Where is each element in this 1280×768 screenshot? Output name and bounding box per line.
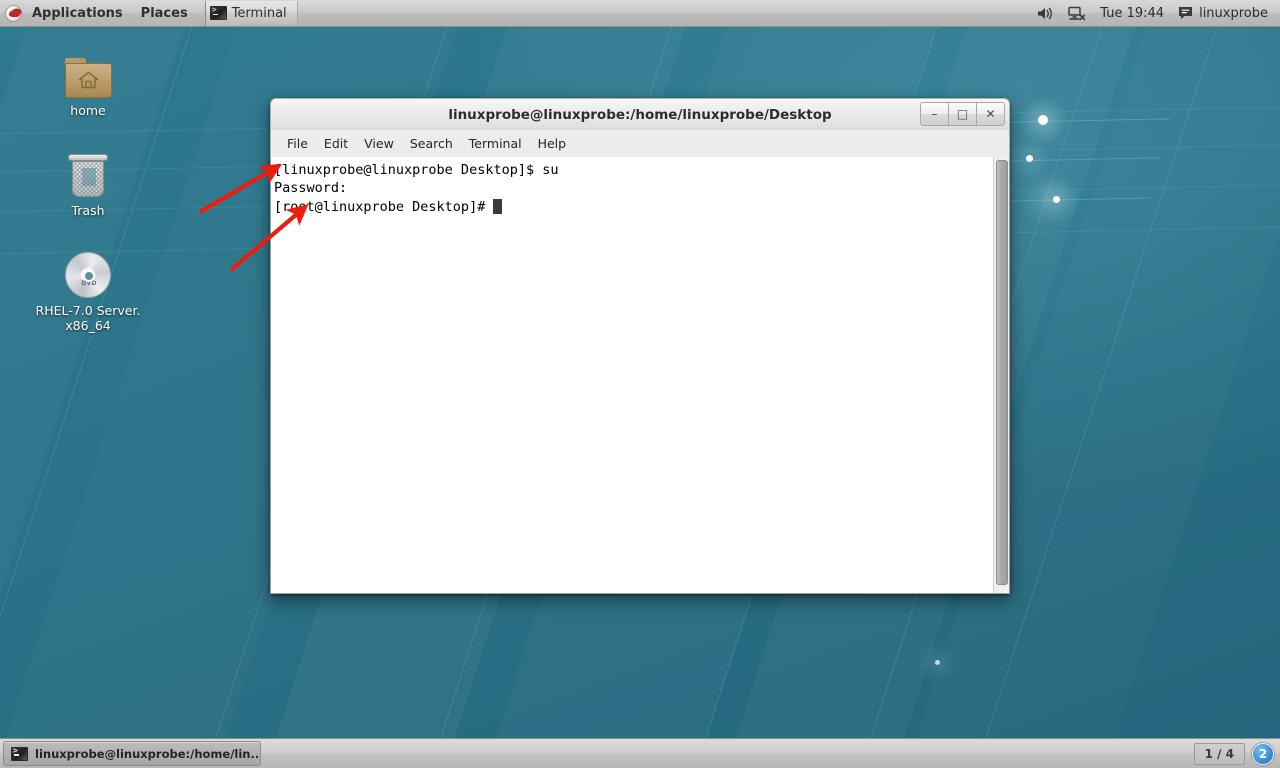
terminal-cursor [493, 198, 503, 214]
terminal-menubar: File Edit View Search Terminal Help [270, 130, 1010, 157]
volume-icon[interactable] [1030, 0, 1061, 27]
clock[interactable]: Tue 19:44 [1093, 0, 1171, 27]
terminal-menu-help[interactable]: Help [530, 133, 575, 154]
wallpaper-dot [935, 660, 940, 665]
terminal-body[interactable]: [linuxprobe@linuxprobe Desktop]$ su Pass… [270, 157, 1010, 594]
minimize-button[interactable]: – [920, 102, 949, 126]
terminal-menu-terminal[interactable]: Terminal [461, 133, 530, 154]
terminal-scrollbar[interactable] [993, 157, 1009, 593]
dvd-label: DVD [81, 280, 97, 287]
desktop-icon-label: Trash [71, 203, 105, 218]
terminal-menu-file[interactable]: File [279, 133, 316, 154]
scrollbar-thumb[interactable] [996, 160, 1008, 585]
panel-window-label: Terminal [231, 5, 287, 21]
dvd-disc-icon: DVD [33, 246, 143, 298]
trash-icon [33, 146, 143, 198]
terminal-titlebar[interactable]: linuxprobe@linuxprobe:/home/linuxprobe/D… [270, 98, 1010, 130]
wallpaper-glow [1020, 170, 1080, 230]
terminal-output[interactable]: [linuxprobe@linuxprobe Desktop]$ su Pass… [271, 157, 993, 593]
workspace-area: 1 / 4 2 [1193, 742, 1280, 765]
taskbar-item-terminal[interactable]: linuxprobe@linuxprobe:/home/lin... [3, 741, 261, 766]
menu-places[interactable]: Places [132, 0, 197, 27]
terminal-text: [linuxprobe@linuxprobe Desktop]$ su Pass… [274, 162, 559, 215]
wallpaper-dot [1026, 155, 1033, 162]
close-button[interactable]: ✕ [976, 102, 1005, 126]
wallpaper-dot [1053, 196, 1060, 203]
user-menu[interactable]: linuxprobe [1171, 0, 1272, 27]
terminal-window[interactable]: linuxprobe@linuxprobe:/home/linuxprobe/D… [270, 98, 1010, 594]
wallpaper-hline [1000, 157, 1160, 162]
menu-applications[interactable]: Applications [23, 0, 132, 27]
desktop-icon-trash[interactable]: Trash [33, 146, 143, 218]
terminal-menu-view[interactable]: View [356, 133, 402, 154]
user-name-label: linuxprobe [1199, 5, 1268, 21]
system-tray: Tue 19:44 linuxprobe [1030, 0, 1280, 27]
terminal-icon [209, 6, 227, 20]
desktop-icon-label: RHEL-7.0 Server. x86_64 [35, 303, 141, 333]
terminal-title: linuxprobe@linuxprobe:/home/linuxprobe/D… [448, 106, 832, 123]
notification-badge[interactable]: 2 [1252, 742, 1274, 765]
bottom-panel: linuxprobe@linuxprobe:/home/lin... 1 / 4… [0, 738, 1280, 768]
terminal-icon [11, 746, 28, 761]
taskbar-item-label: linuxprobe@linuxprobe:/home/lin... [35, 746, 261, 761]
home-folder-icon [33, 46, 143, 98]
desktop-icon-home[interactable]: home [33, 46, 143, 118]
network-disconnected-icon[interactable] [1061, 0, 1093, 27]
maximize-button[interactable]: □ [948, 102, 977, 126]
wallpaper-dot [1038, 115, 1048, 125]
desktop-icon-label: home [70, 103, 106, 118]
redhat-logo-icon[interactable] [5, 4, 22, 22]
desktop-icon-dvd[interactable]: DVD RHEL-7.0 Server. x86_64 [33, 246, 143, 333]
terminal-menu-search[interactable]: Search [402, 133, 461, 154]
terminal-menu-edit[interactable]: Edit [316, 133, 356, 154]
workspace-switcher[interactable]: 1 / 4 [1193, 742, 1245, 765]
panel-window-terminal[interactable]: Terminal [204, 0, 298, 26]
top-panel: Applications Places Terminal Tue 19:44 [0, 0, 1280, 27]
window-controls: – □ ✕ [920, 102, 1005, 126]
